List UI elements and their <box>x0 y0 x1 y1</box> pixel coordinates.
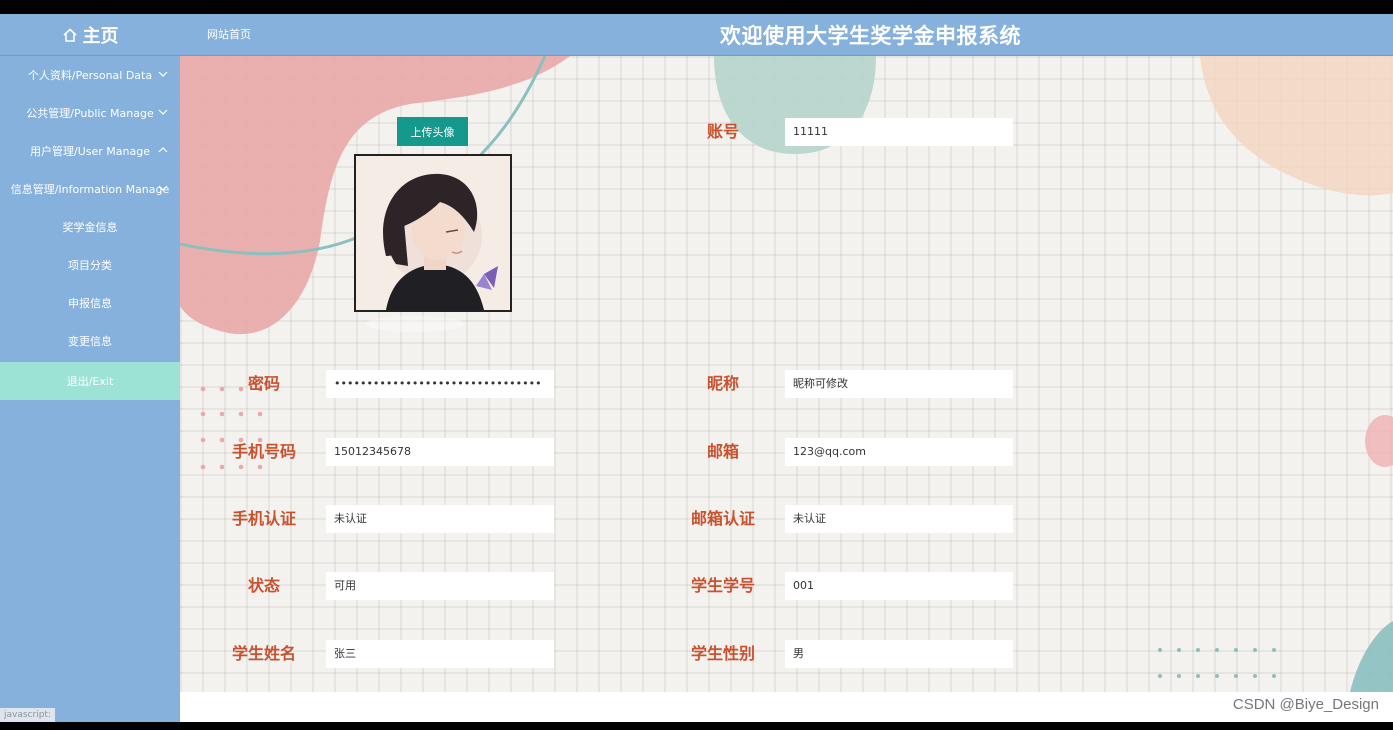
upload-avatar-button[interactable]: 上传头像 <box>397 117 468 146</box>
student-gender-field[interactable] <box>785 640 1013 668</box>
phone-verify-field[interactable] <box>326 505 554 533</box>
phone-field[interactable] <box>326 438 554 466</box>
password-label: 密码 <box>247 374 280 393</box>
status-hint: javascript: <box>0 708 55 722</box>
sidebar-item-label: 个人资料/Personal Data <box>27 69 153 82</box>
sidebar: 个人资料/Personal Data 公共管理/Public Manage 用户… <box>0 56 180 722</box>
app-frame: 主页 网站首页 欢迎使用大学生奖学金申报系统 个人资料/Personal Dat… <box>0 14 1393 722</box>
sidebar-item-label: 退出/Exit <box>66 375 114 388</box>
student-gender-label: 学生性别 <box>690 644 755 663</box>
sidebar-item-label: 项目分类 <box>68 259 112 272</box>
sidebar-item-public-manage[interactable]: 公共管理/Public Manage <box>0 94 180 132</box>
sidebar-item-personal-data[interactable]: 个人资料/Personal Data <box>0 56 180 94</box>
chevron-down-icon <box>158 71 168 77</box>
sidebar-item-label: 用户管理/User Manage <box>30 145 150 158</box>
student-name-field[interactable] <box>326 640 554 668</box>
sidebar-item-change-info[interactable]: 变更信息 <box>0 322 180 360</box>
sidebar-item-label: 奖学金信息 <box>62 221 118 234</box>
phone-verify-label: 手机认证 <box>231 509 296 528</box>
page-title: 欢迎使用大学生奖学金申报系统 <box>720 24 1021 48</box>
password-field[interactable] <box>326 370 554 398</box>
top-header: 主页 网站首页 欢迎使用大学生奖学金申报系统 <box>0 14 1393 56</box>
sidebar-item-project-category[interactable]: 项目分类 <box>0 246 180 284</box>
account-label: 账号 <box>706 122 739 141</box>
sidebar-item-exit[interactable]: 退出/Exit <box>0 362 180 400</box>
sidebar-item-scholarship-info[interactable]: 奖学金信息 <box>0 208 180 246</box>
sidebar-item-label: 信息管理/Information Manage <box>10 183 170 196</box>
chevron-up-icon <box>158 147 168 153</box>
profile-content: 上传头像 账号 密码 昵称 手机号码 <box>180 56 1393 692</box>
account-field[interactable] <box>785 118 1013 146</box>
home-link[interactable]: 主页 <box>0 14 180 55</box>
nickname-field[interactable] <box>785 370 1013 398</box>
phone-label: 手机号码 <box>231 442 296 461</box>
email-verify-field[interactable] <box>785 505 1013 533</box>
home-label: 主页 <box>82 25 119 47</box>
sidebar-item-application-info[interactable]: 申报信息 <box>0 284 180 322</box>
status-field[interactable] <box>326 572 554 600</box>
status-label: 状态 <box>247 576 280 595</box>
student-name-label: 学生姓名 <box>231 644 296 663</box>
home-icon <box>62 27 77 42</box>
chevron-down-icon <box>158 185 168 191</box>
email-verify-label: 邮箱认证 <box>690 509 755 528</box>
watermark: CSDN @Biye_Design <box>1232 696 1379 713</box>
email-field[interactable] <box>785 438 1013 466</box>
sidebar-item-information-manage[interactable]: 信息管理/Information Manage <box>0 170 180 208</box>
sidebar-item-label: 申报信息 <box>68 297 112 310</box>
student-no-field[interactable] <box>785 572 1013 600</box>
avatar-illustration <box>356 156 510 310</box>
sidebar-item-label: 变更信息 <box>68 335 112 348</box>
avatar[interactable] <box>354 154 512 312</box>
student-no-label: 学生学号 <box>690 576 755 595</box>
chevron-down-icon <box>158 109 168 115</box>
site-home-link[interactable]: 网站首页 <box>207 26 251 42</box>
sidebar-item-user-manage[interactable]: 用户管理/User Manage <box>0 132 180 170</box>
email-label: 邮箱 <box>706 442 739 461</box>
nickname-label: 昵称 <box>706 374 739 393</box>
sidebar-item-label: 公共管理/Public Manage <box>26 107 154 120</box>
